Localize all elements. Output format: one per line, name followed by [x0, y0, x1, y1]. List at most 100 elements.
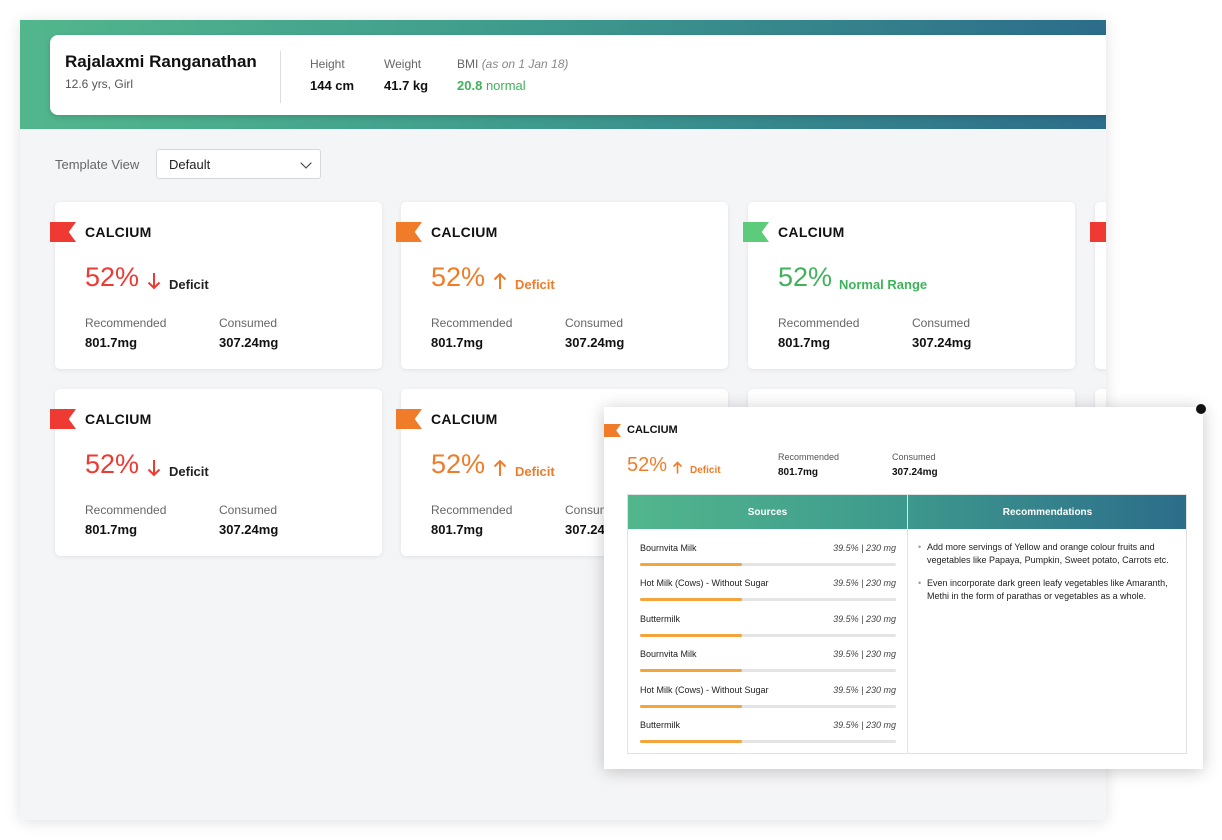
recommended-label: Recommended [431, 503, 513, 517]
arrow-up-icon [493, 272, 507, 289]
detail-consumed-label: Consumed [892, 452, 936, 462]
nutrient-card-calcium-3[interactable]: CALCIUM 52% Normal Range Recommended 801… [743, 202, 1075, 369]
consumed-value: 307.24mg [219, 522, 279, 537]
height-label: Height [310, 57, 345, 71]
template-selected-value: Default [169, 157, 211, 172]
nutrient-status: Deficit [169, 277, 209, 292]
recommended-label: Recommended [85, 503, 167, 517]
weight-value: 41.7 kg [384, 78, 429, 93]
template-view-select[interactable]: Default [156, 149, 321, 179]
bmi-value: 20.8 [457, 78, 483, 93]
flag-icon [1090, 222, 1106, 242]
source-quantity: 39.5% | 230 mg [833, 720, 896, 730]
bmi-note: (as on 1 Jan 18) [481, 57, 569, 71]
column-divider [907, 495, 908, 753]
flag-icon [396, 222, 422, 242]
nutrient-title: CALCIUM [431, 411, 498, 427]
source-progress-fill [640, 669, 743, 672]
nutrient-title: CALCIUM [778, 224, 845, 240]
recommended-value: 801.7mg [431, 522, 484, 537]
nutrient-status: Deficit [169, 464, 209, 479]
source-name: Bournvita Milk [640, 649, 697, 659]
bmi-label-line: BMI (as on 1 Jan 18) [457, 57, 568, 71]
nutrient-percent: 52% [431, 449, 486, 479]
source-progress-fill [640, 740, 743, 743]
flag-icon [50, 409, 76, 429]
nutrient-percent: 52% [431, 262, 486, 292]
recommendations-list: Add more servings of Yellow and orange c… [918, 541, 1178, 613]
consumed-label: Consumed [565, 316, 624, 330]
source-progress-fill [640, 563, 743, 566]
source-progress-track [640, 563, 896, 566]
source-progress-track [640, 669, 896, 672]
consumed-value: 307.24mg [219, 335, 279, 350]
recommendation-item: Add more servings of Yellow and orange c… [918, 541, 1178, 567]
bmi-label: BMI [457, 57, 479, 71]
flag-icon [50, 222, 76, 242]
nutrient-card-calcium-1[interactable]: CALCIUM 52% Deficit Recommended 801.7mg … [50, 202, 382, 369]
nutrient-card-calcium-2[interactable]: CALCIUM 52% Deficit Recommended 801.7mg … [396, 202, 728, 369]
nutrient-title: CALCIUM [431, 224, 498, 240]
nutrient-percent: 52% [778, 262, 833, 292]
source-progress-track [640, 740, 896, 743]
sources-recommendations-table: Sources Recommendations Bournvita Milk 3… [627, 494, 1187, 754]
height-value: 144 cm [310, 78, 355, 93]
template-view-label: Template View [55, 157, 140, 172]
arrow-down-icon [147, 273, 161, 290]
consumed-label: Consumed [219, 316, 278, 330]
nutrient-card-calcium-4[interactable]: CALCIUM 52% Deficit Recommended 801.7mg … [50, 389, 382, 556]
source-row: Buttermilk 39.5% | 230 mg [640, 720, 896, 756]
nutrient-detail-panel: CALCIUM 52% Deficit Recommended 801.7mg … [604, 404, 1206, 769]
flag-icon [604, 424, 621, 437]
source-progress-track [640, 598, 896, 601]
nutrient-card-partial-1[interactable] [1090, 202, 1106, 369]
source-name: Bournvita Milk [640, 543, 697, 553]
bmi-stat: BMI (as on 1 Jan 18) 20.8 normal [457, 57, 568, 93]
source-row: Buttermilk 39.5% | 230 mg [640, 614, 896, 650]
consumed-label: Consumed [219, 503, 278, 517]
arrow-up-icon [672, 461, 683, 474]
weight-stat: Weight 41.7 kg [384, 57, 428, 93]
source-progress-track [640, 634, 896, 637]
arrow-up-icon [493, 459, 507, 476]
nutrient-status: Deficit [515, 277, 555, 292]
source-name: Buttermilk [640, 720, 681, 730]
nutrient-percent: 52% [85, 449, 140, 479]
recommendation-item: Even incorporate dark green leafy vegeta… [918, 577, 1178, 603]
source-name: Buttermilk [640, 614, 681, 624]
close-icon[interactable] [1196, 404, 1206, 414]
source-name: Hot Milk (Cows) - Without Sugar [640, 685, 769, 695]
recommended-value: 801.7mg [778, 335, 831, 350]
nutrient-status: Deficit [515, 464, 555, 479]
detail-recommended-label: Recommended [778, 452, 840, 462]
detail-title: CALCIUM [627, 424, 678, 436]
source-progress-fill [640, 705, 743, 708]
recommended-label: Recommended [778, 316, 860, 330]
source-row: Bournvita Milk 39.5% | 230 mg [640, 543, 896, 579]
detail-status: Deficit [690, 465, 721, 476]
consumed-value: 307.24mg [912, 335, 972, 350]
source-row: Bournvita Milk 39.5% | 230 mg [640, 649, 896, 685]
nutrient-percent: 52% [85, 262, 140, 292]
recommended-label: Recommended [85, 316, 167, 330]
recommendations-header: Recommendations [1002, 507, 1093, 518]
detail-percent: 52% [627, 454, 668, 476]
source-quantity: 39.5% | 230 mg [833, 614, 896, 624]
source-quantity: 39.5% | 230 mg [833, 543, 896, 553]
source-quantity: 39.5% | 230 mg [833, 685, 896, 695]
profile-divider [280, 51, 281, 103]
profile-card: Rajalaxmi Ranganathan 12.6 yrs, Girl Hei… [50, 35, 1106, 115]
nutrient-title: CALCIUM [85, 224, 152, 240]
nutrient-status: Normal Range [839, 277, 928, 292]
detail-consumed-value: 307.24mg [892, 467, 938, 478]
flag-icon [396, 409, 422, 429]
student-age-gender: 12.6 yrs, Girl [65, 77, 134, 91]
consumed-label: Consumed [912, 316, 971, 330]
source-progress-fill [640, 634, 743, 637]
weight-label: Weight [384, 57, 422, 71]
chevron-down-icon [300, 157, 312, 169]
recommended-value: 801.7mg [85, 335, 138, 350]
source-progress-fill [640, 598, 743, 601]
source-quantity: 39.5% | 230 mg [833, 578, 896, 588]
source-name: Hot Milk (Cows) - Without Sugar [640, 578, 769, 588]
